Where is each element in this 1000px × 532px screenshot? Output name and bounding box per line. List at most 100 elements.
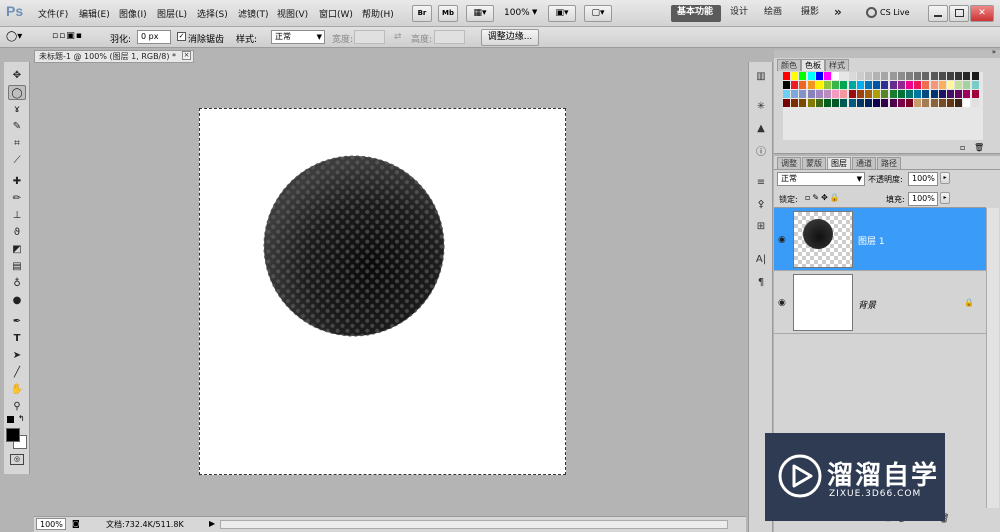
menu-window[interactable]: 窗口(W) (319, 7, 353, 20)
tool-preset-picker[interactable]: ◯▾ (6, 31, 36, 44)
swatch-cell[interactable] (783, 99, 790, 107)
eraser-tool-icon[interactable]: ◩ (8, 242, 26, 257)
swatch-cell[interactable] (947, 99, 954, 107)
swatch-cell[interactable] (783, 81, 790, 89)
swatch-cell[interactable] (824, 72, 831, 80)
blur-tool-icon[interactable]: ♁ (8, 276, 26, 291)
swatch-cell[interactable] (971, 99, 979, 107)
swatch-cell[interactable] (963, 72, 971, 80)
swatch-cell[interactable] (815, 99, 823, 107)
swatch-cell[interactable] (971, 81, 979, 89)
swatch-cell[interactable] (873, 72, 881, 80)
tab-swatches[interactable]: 色板 (801, 59, 825, 71)
menu-file[interactable]: 文件(F) (38, 7, 68, 20)
swatch-cell[interactable] (922, 99, 930, 107)
workspace-essentials[interactable]: 基本功能 (671, 5, 721, 22)
swatch-cell[interactable] (889, 90, 897, 98)
swatch-cell[interactable] (799, 99, 807, 107)
status-info-icon[interactable]: ◙ (72, 519, 80, 528)
swatch-cell[interactable] (873, 99, 881, 107)
close-document-icon[interactable]: × (182, 51, 191, 60)
swatch-cell[interactable] (791, 72, 799, 80)
swatch-cell[interactable] (824, 90, 831, 98)
swatch-cell[interactable] (930, 72, 938, 80)
menu-select[interactable]: 选择(S) (197, 7, 228, 20)
background-layer-name[interactable]: 背景 (858, 298, 876, 311)
menu-image[interactable]: 图像(I) (119, 7, 147, 20)
lock-options-icons[interactable]: ▫✎✥🔒 (805, 193, 842, 202)
swatch-cell[interactable] (914, 81, 922, 89)
swatch-cell[interactable] (938, 81, 946, 89)
swatch-cell[interactable] (799, 72, 807, 80)
tab-channels[interactable]: 通道 (852, 157, 876, 169)
swap-icon[interactable]: ⇄ (394, 32, 402, 42)
width-input[interactable] (354, 30, 385, 44)
swatch-cell[interactable] (897, 90, 905, 98)
history-panel-icon[interactable]: ▥ (753, 70, 769, 84)
swatch-cell[interactable] (897, 81, 905, 89)
new-swatch-icon[interactable]: ▫ (960, 143, 965, 152)
layers-vertical-scrollbar[interactable] (986, 208, 999, 508)
swatch-cell[interactable] (938, 90, 946, 98)
navigator-panel-icon[interactable]: ✳ (753, 100, 769, 114)
foreground-color-swatch[interactable] (6, 428, 20, 442)
swatch-cell[interactable] (955, 99, 963, 107)
lasso-tool-icon[interactable]: ɤ (8, 102, 26, 117)
swatch-cell[interactable] (865, 99, 872, 107)
swatch-cell[interactable] (889, 99, 897, 107)
character-panel-icon[interactable]: A| (753, 253, 769, 267)
swatch-cell[interactable] (848, 81, 856, 89)
swatch-cell[interactable] (824, 99, 831, 107)
histogram-panel-icon[interactable]: ▲ (753, 122, 769, 136)
swatch-cell[interactable] (840, 99, 848, 107)
swatch-cell[interactable] (807, 72, 815, 80)
swatch-cell[interactable] (963, 90, 971, 98)
tool-presets-icon[interactable]: ⊞ (753, 220, 769, 234)
pen-tool-icon[interactable]: ✒ (8, 314, 26, 329)
fill-slider-button[interactable]: ▸ (940, 192, 950, 204)
workspace-painting[interactable]: 绘画 (758, 5, 788, 22)
swatch-cell[interactable] (897, 99, 905, 107)
swatch-cell[interactable] (906, 72, 913, 80)
swatch-cell[interactable] (856, 90, 864, 98)
document-canvas[interactable] (199, 108, 566, 475)
swatch-cell[interactable] (865, 81, 872, 89)
status-menu-arrow-icon[interactable]: ▶ (209, 519, 215, 528)
swatch-cell[interactable] (783, 72, 790, 80)
swatch-cell[interactable] (783, 90, 790, 98)
clone-stamp-tool-icon[interactable]: ⊥ (8, 208, 26, 223)
swatch-cell[interactable] (848, 72, 856, 80)
swatch-cell[interactable] (840, 90, 848, 98)
brush-tool-icon[interactable]: ✏ (8, 191, 26, 206)
swatch-cell[interactable] (791, 81, 799, 89)
info-panel-icon[interactable]: ⓘ (753, 146, 769, 160)
horizontal-scrollbar[interactable] (220, 520, 728, 529)
height-input[interactable] (434, 30, 465, 44)
swatch-cell[interactable] (791, 90, 799, 98)
blend-mode-select[interactable]: 正常 ▼ (777, 172, 865, 186)
layer-row-background[interactable]: ◉ 背景 🔒 (774, 271, 986, 334)
feather-input[interactable]: 0 px (137, 30, 171, 44)
swatch-cell[interactable] (963, 81, 971, 89)
visibility-eye-icon[interactable]: ◉ (778, 298, 786, 308)
swatch-cell[interactable] (971, 72, 979, 80)
close-window-button[interactable]: ✕ (970, 5, 994, 22)
swatch-cell[interactable] (807, 90, 815, 98)
hand-tool-icon[interactable]: ✋ (8, 382, 26, 397)
swatch-cell[interactable] (922, 81, 930, 89)
swatch-cell[interactable] (881, 81, 889, 89)
eyedropper-tool-icon[interactable]: ⟋ (8, 153, 26, 168)
line-tool-icon[interactable]: ╱ (8, 365, 26, 380)
swatch-cell[interactable] (906, 99, 913, 107)
swatch-cell[interactable] (824, 81, 831, 89)
swatch-cell[interactable] (938, 72, 946, 80)
zoom-dropdown-icon[interactable]: ▼ (532, 8, 537, 16)
path-selection-tool-icon[interactable]: ➤ (8, 348, 26, 363)
paragraph-panel-icon[interactable]: ¶ (753, 276, 769, 290)
more-workspaces-button[interactable]: » (828, 5, 848, 22)
swatch-cell[interactable] (906, 90, 913, 98)
swatch-cell[interactable] (807, 99, 815, 107)
swatch-cell[interactable] (938, 99, 946, 107)
tab-adjustments[interactable]: 调整 (777, 157, 801, 169)
swatch-cell[interactable] (856, 72, 864, 80)
